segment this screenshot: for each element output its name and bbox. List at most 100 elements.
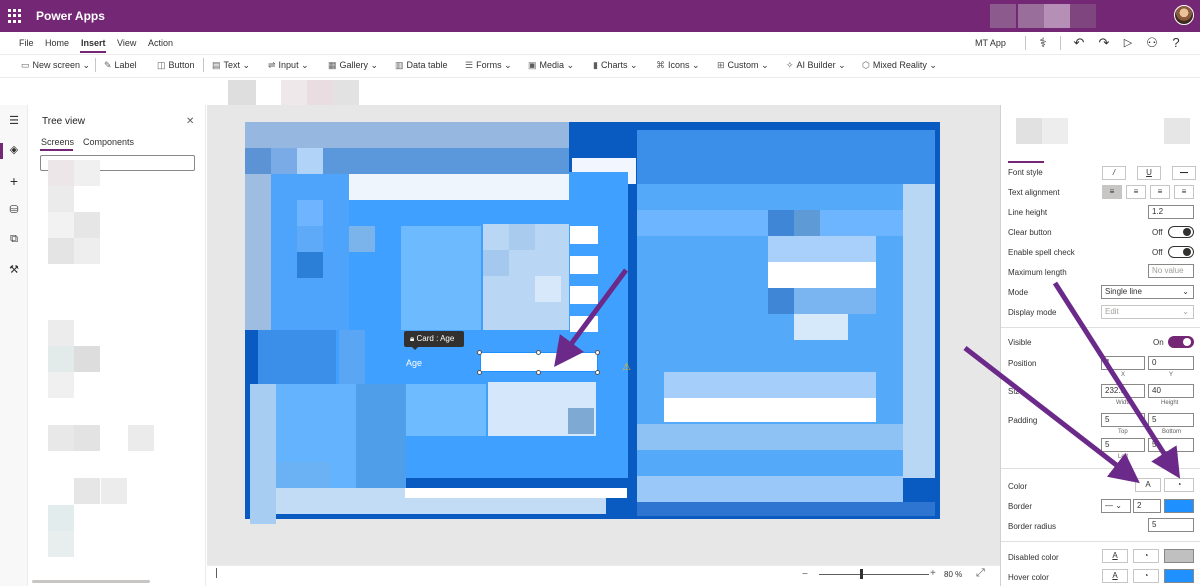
padding-left-input[interactable]: 5 [1101, 438, 1145, 452]
zoom-slider-thumb[interactable] [860, 569, 863, 579]
disabled-border-color-swatch[interactable] [1164, 549, 1194, 563]
clear-button-toggle[interactable] [1168, 226, 1194, 238]
resize-handle[interactable] [536, 350, 541, 355]
screen-selector[interactable] [216, 568, 218, 578]
padding-right-input[interactable]: 5 [1148, 438, 1194, 452]
database-icon[interactable]: ⛁ [6, 203, 22, 219]
mode-dropdown[interactable]: Single line ⌄ [1101, 285, 1194, 299]
ai-builder-dropdown[interactable]: ✧ AI Builder ⌄ [786, 60, 846, 71]
close-icon[interactable]: ✕ [186, 116, 194, 127]
text-dropdown[interactable]: ▤ Text ⌄ [212, 60, 250, 71]
hover-fill-color-button[interactable]: ◔ [1133, 569, 1159, 583]
resize-handle[interactable] [595, 370, 600, 375]
padding-top-input[interactable]: 5 [1101, 413, 1145, 427]
forms-dropdown[interactable]: ☰ Forms ⌄ [465, 60, 512, 71]
italic-button[interactable]: / [1102, 166, 1126, 180]
icons-dropdown[interactable]: ⌘ Icons ⌄ [656, 60, 700, 71]
position-y-input[interactable]: 0 [1148, 356, 1194, 370]
strikethrough-button[interactable]: — [1172, 166, 1196, 180]
align-right-button[interactable]: ≡ [1150, 185, 1170, 199]
card-tooltip-label: Card : Age [416, 334, 455, 343]
menu-view[interactable]: View [117, 38, 136, 48]
display-mode-dropdown[interactable]: Edit ⌄ [1101, 305, 1194, 319]
resize-handle[interactable] [595, 350, 600, 355]
resize-handle[interactable] [477, 370, 482, 375]
plus-icon[interactable]: + [6, 173, 22, 189]
resize-handle[interactable] [477, 350, 482, 355]
border-color-swatch[interactable] [1164, 499, 1194, 513]
size-height-input[interactable]: 40 [1148, 384, 1194, 398]
input-dropdown[interactable]: ⇌ Input ⌄ [268, 60, 309, 71]
warning-icon[interactable]: ⚠ [622, 363, 632, 373]
redacted-block [48, 186, 74, 212]
play-icon[interactable]: ▷ [1120, 35, 1136, 51]
zoom-in-icon[interactable]: + [930, 568, 936, 579]
hover-text-color-button[interactable]: A [1102, 569, 1128, 583]
menu-insert[interactable]: Insert [81, 38, 106, 48]
visible-toggle[interactable] [1168, 336, 1194, 348]
label-button[interactable]: ✎ Label [104, 60, 137, 71]
fit-screen-icon[interactable]: ⤢ [976, 567, 985, 580]
zoom-out-icon[interactable]: − [802, 569, 808, 580]
tab-components[interactable]: Components [83, 137, 134, 147]
border-width-input[interactable]: 2 [1133, 499, 1161, 513]
hamburger-icon[interactable]: ☰ [6, 114, 22, 130]
tab-screens[interactable]: Screens [41, 137, 74, 147]
disabled-text-color-button[interactable]: A [1102, 549, 1128, 563]
size-width-input[interactable]: 232.5 [1101, 384, 1145, 398]
spell-check-toggle[interactable] [1168, 246, 1194, 258]
media-icon[interactable]: ⧉ [6, 233, 22, 249]
redo-icon[interactable]: ↷ [1096, 35, 1112, 51]
border-radius-label: Border radius [1008, 522, 1057, 531]
button-button[interactable]: ◫ Button [157, 60, 195, 71]
padding-bottom-input[interactable]: 5 [1148, 413, 1194, 427]
disabled-fill-color-button[interactable]: ◔ [1133, 549, 1159, 563]
menu-file[interactable]: File [19, 38, 34, 48]
user-avatar[interactable] [1174, 5, 1194, 25]
mixed-reality-dropdown[interactable]: ⬡ Mixed Reality ⌄ [862, 60, 937, 71]
padding-label: Padding [1008, 416, 1038, 425]
undo-icon[interactable]: ↶ [1071, 35, 1087, 51]
align-left-button[interactable]: ≡ [1102, 185, 1122, 199]
new-screen-icon: ▭ [21, 60, 30, 70]
share-icon[interactable]: ⚇ [1144, 35, 1160, 51]
form-footer [637, 502, 935, 516]
ribbon-label: New screen [32, 60, 81, 70]
data-table-button[interactable]: ▥ Data table [395, 60, 448, 71]
underline-button[interactable]: U [1137, 166, 1161, 180]
redacted-block [228, 80, 256, 106]
tooltip-caret [411, 346, 419, 350]
tree-scrollbar[interactable] [32, 580, 150, 583]
align-center-button[interactable]: ≡ [1126, 185, 1146, 199]
border-radius-input[interactable]: 5 [1148, 518, 1194, 532]
lock-icon: 🔒︎ [410, 334, 415, 343]
layers-icon[interactable]: ◈ [6, 143, 22, 159]
media-dropdown[interactable]: ▣ Media ⌄ [528, 60, 574, 71]
zoom-slider-track[interactable] [819, 574, 929, 575]
menu-action[interactable]: Action [148, 38, 173, 48]
hover-border-color-swatch[interactable] [1164, 569, 1194, 583]
resize-handle[interactable] [536, 370, 541, 375]
line-height-input[interactable]: 1.2 [1148, 205, 1194, 219]
align-justify-button[interactable]: ≡ [1174, 185, 1194, 199]
right-form-gutter [903, 184, 935, 478]
app-checker-icon[interactable]: ⚕ [1035, 35, 1051, 51]
help-icon[interactable]: ? [1168, 35, 1184, 51]
padding-top-sublabel: Top [1118, 429, 1128, 435]
app-launcher-icon[interactable] [4, 6, 24, 26]
redacted-block [48, 212, 74, 238]
max-length-input[interactable]: No value [1148, 264, 1194, 278]
redacted-block [297, 200, 323, 226]
text-color-button[interactable]: A [1135, 478, 1161, 492]
menu-home[interactable]: Home [45, 38, 69, 48]
age-text-input[interactable] [480, 352, 598, 372]
visible-label: Visible [1008, 338, 1032, 347]
tools-icon[interactable]: ⚒ [6, 263, 22, 279]
border-style-dropdown[interactable]: — ⌄ [1101, 499, 1131, 513]
custom-dropdown[interactable]: ⊞ Custom ⌄ [717, 60, 769, 71]
fill-color-button[interactable]: ◔ [1164, 478, 1194, 492]
position-x-input[interactable]: 4 [1101, 356, 1145, 370]
gallery-dropdown[interactable]: ▦ Gallery ⌄ [328, 60, 378, 71]
new-screen-button[interactable]: ▭ New screen ⌄ [21, 60, 90, 71]
charts-dropdown[interactable]: ▮ Charts ⌄ [593, 60, 638, 71]
